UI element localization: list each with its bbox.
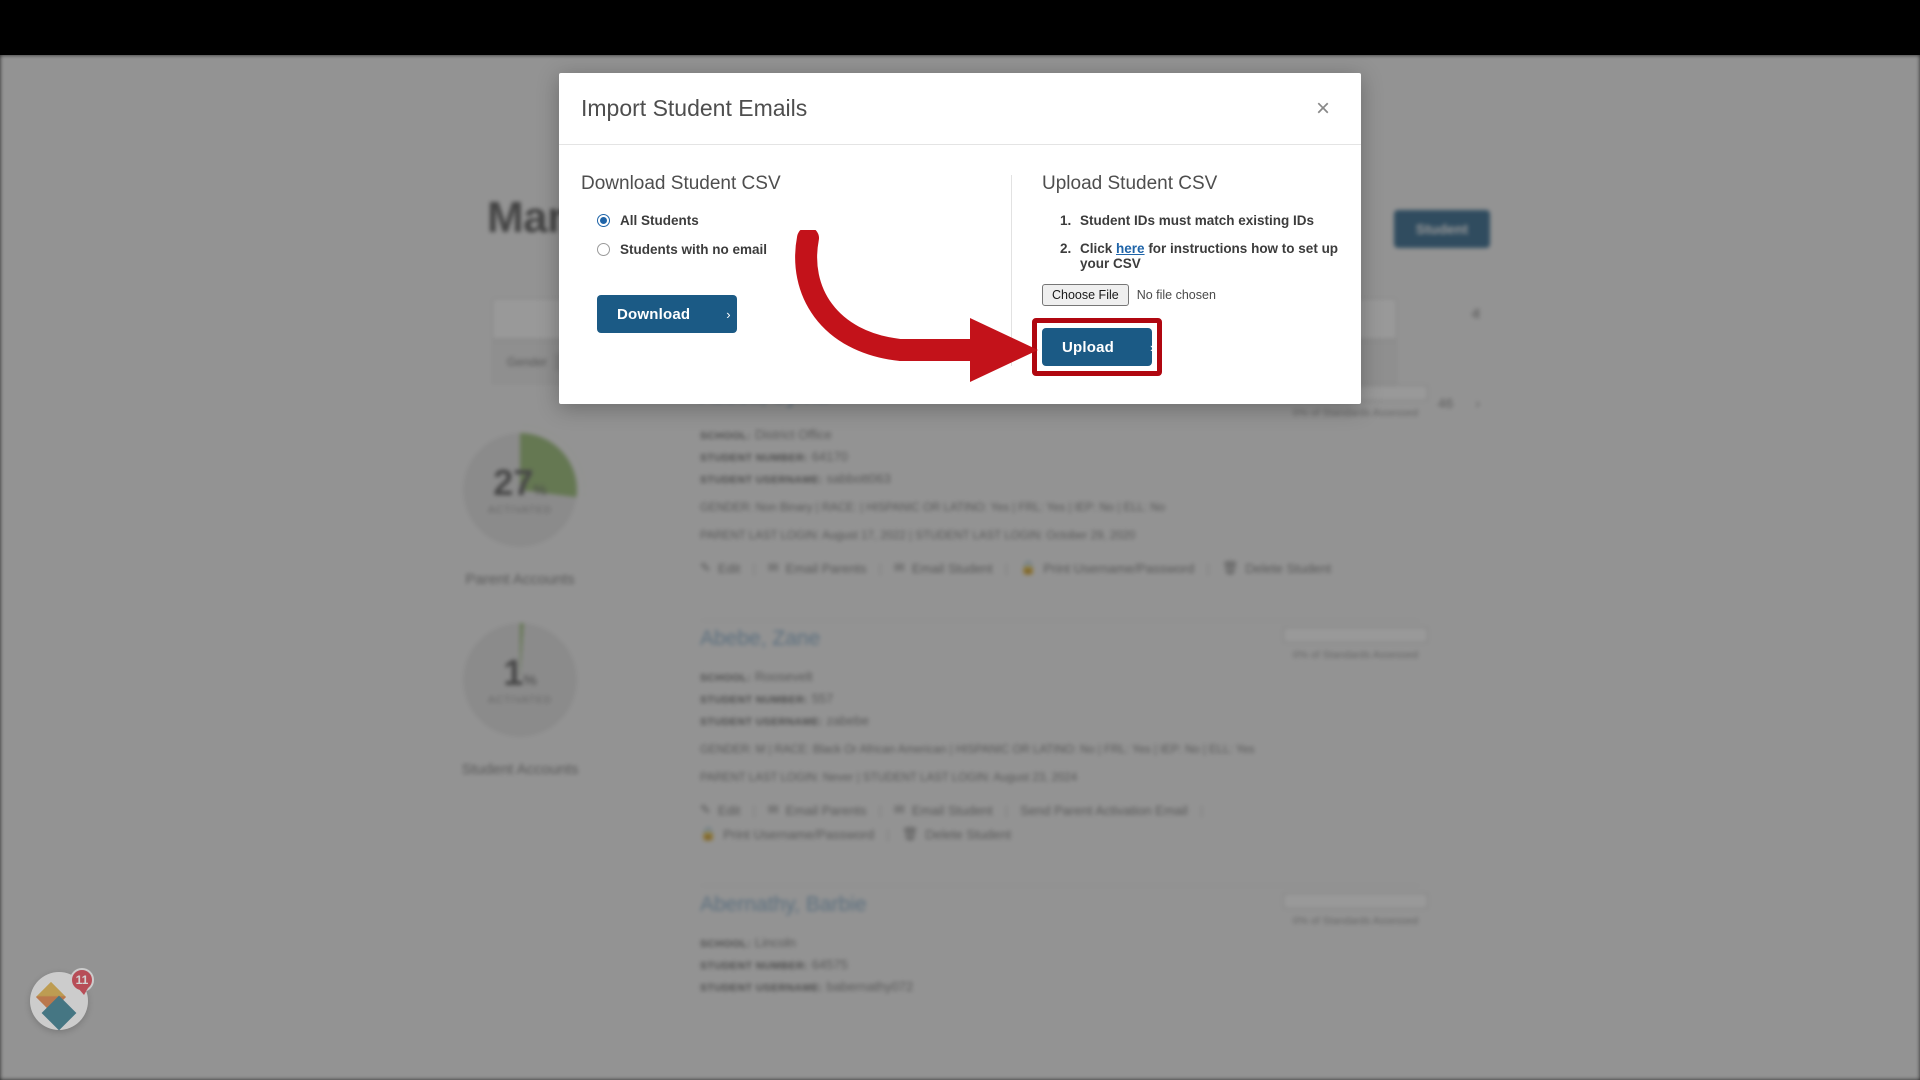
screen-root: Man Student ⱏ Gender All 46 › 27% ACTIVA…: [0, 0, 1920, 1080]
chevron-right-icon: ›: [1134, 340, 1152, 355]
radio-all-students[interactable]: All Students: [597, 213, 983, 228]
import-student-emails-modal: Import Student Emails × Download Student…: [559, 73, 1361, 404]
instruction-step-2: 2. Click here for instructions how to se…: [1060, 241, 1339, 271]
upload-heading: Upload Student CSV: [1042, 173, 1218, 194]
file-input-row[interactable]: Choose File No file chosen: [1042, 284, 1339, 306]
upload-instructions: 1. Student IDs must match existing IDs 2…: [1060, 213, 1339, 271]
step-text: Student IDs must match existing IDs: [1080, 213, 1315, 228]
step-text: Click here for instructions how to set u…: [1080, 241, 1339, 271]
file-status-label: No file chosen: [1136, 288, 1216, 302]
letterbox-top: [0, 0, 1920, 55]
upload-button-label: Upload: [1062, 338, 1115, 356]
download-heading: Download Student CSV: [581, 173, 781, 194]
download-section: Download Student CSV All Students Studen…: [581, 173, 1011, 366]
help-beacon-widget[interactable]: 11: [30, 968, 94, 1031]
radio-label: Students with no email: [620, 242, 768, 257]
close-icon[interactable]: ×: [1307, 93, 1339, 125]
modal-body: Download Student CSV All Students Studen…: [559, 145, 1361, 404]
step-number: 1.: [1060, 213, 1072, 228]
instructions-link[interactable]: here: [1116, 241, 1145, 256]
radio-students-no-email[interactable]: Students with no email: [597, 242, 983, 257]
modal-title: Import Student Emails: [581, 95, 808, 121]
upload-button[interactable]: Upload ›: [1042, 328, 1152, 366]
notification-badge[interactable]: 11: [70, 968, 94, 995]
choose-file-button[interactable]: Choose File: [1042, 284, 1129, 306]
chevron-right-icon: ›: [726, 306, 731, 322]
download-button-label: Download: [617, 305, 691, 323]
radio-icon-checked[interactable]: [597, 214, 610, 227]
download-button[interactable]: Download ›: [597, 295, 737, 333]
upload-section: Upload Student CSV 1. Student IDs must m…: [1012, 173, 1339, 376]
step-number: 2.: [1060, 241, 1072, 256]
radio-icon[interactable]: [597, 243, 610, 256]
modal-header: Import Student Emails ×: [559, 73, 1361, 145]
radio-label: All Students: [620, 213, 699, 228]
upload-button-wrapper: Upload ›: [1032, 318, 1162, 376]
instruction-step-1: 1. Student IDs must match existing IDs: [1060, 213, 1339, 228]
